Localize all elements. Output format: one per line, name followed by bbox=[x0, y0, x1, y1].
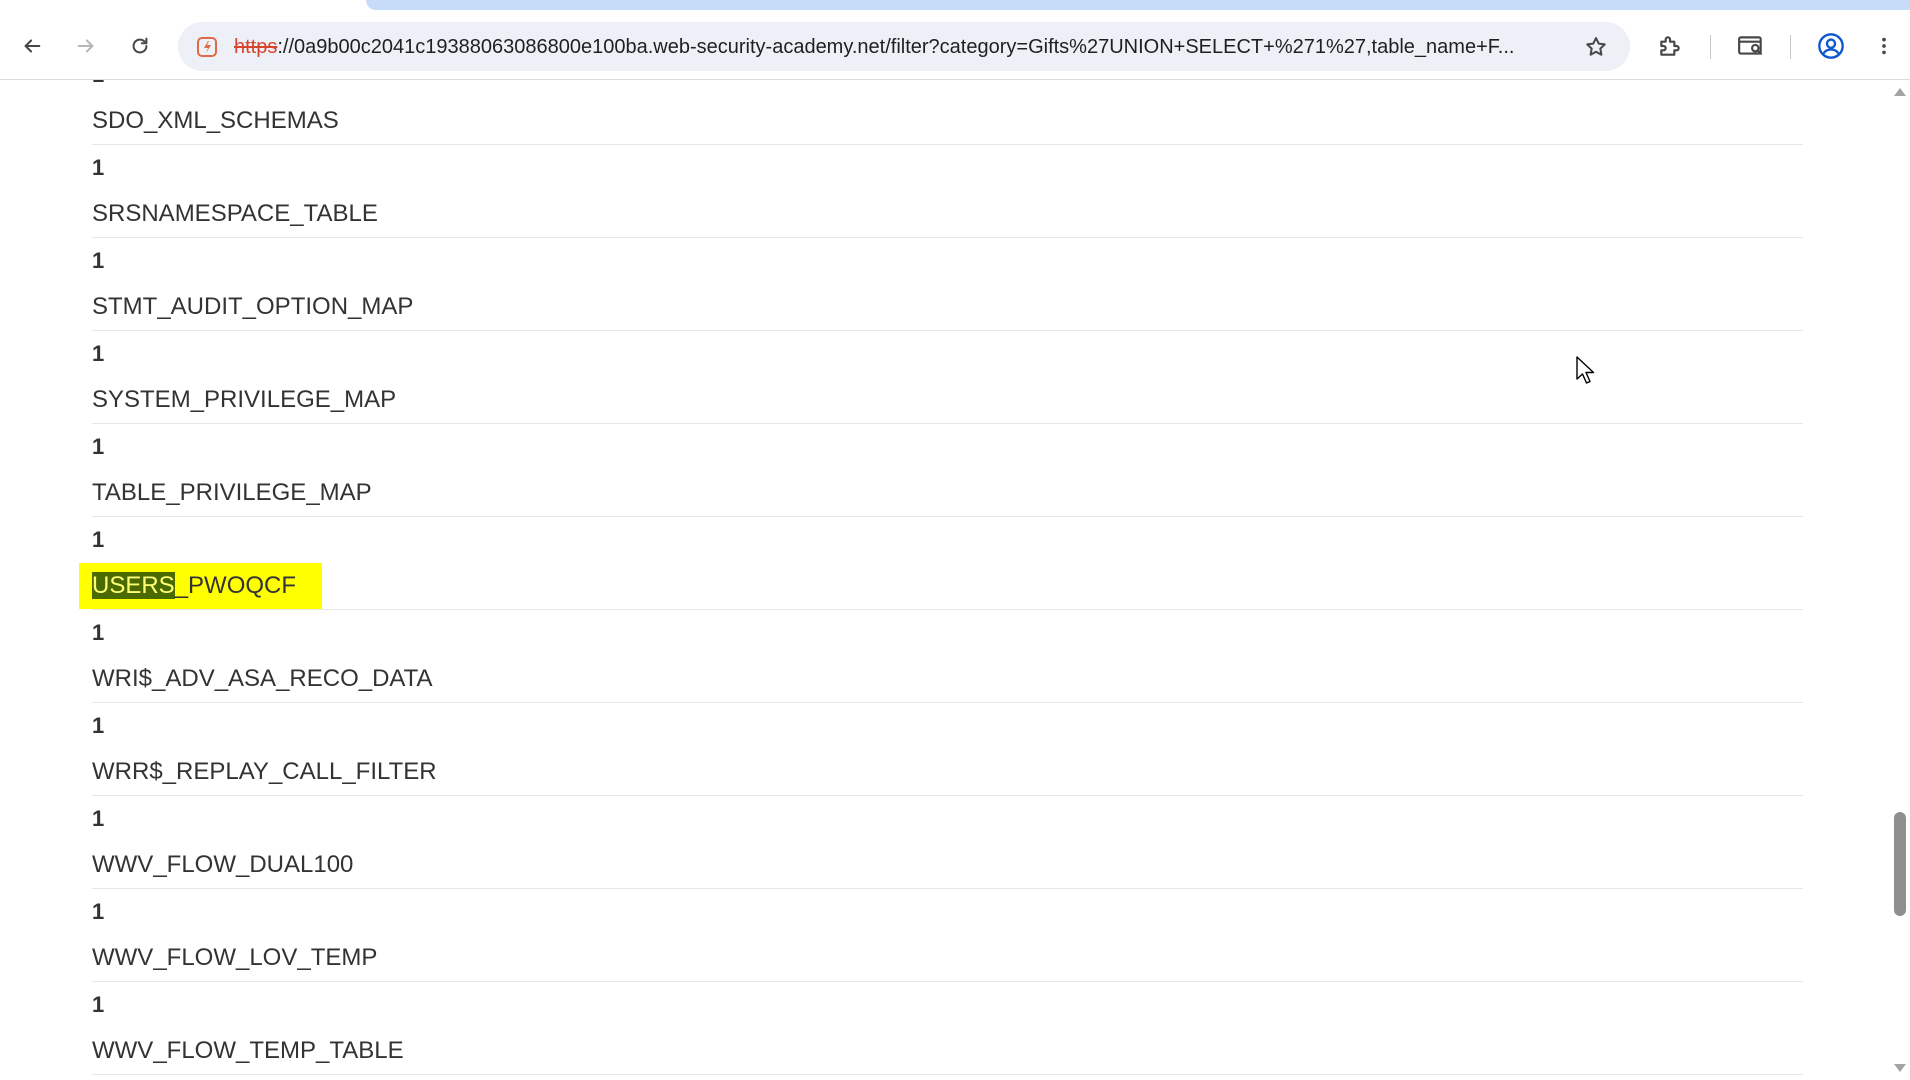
url-path: ://0a9b00c2041c19388063086800e100ba.web-… bbox=[277, 36, 1515, 58]
list-item: 1 WRR$_REPLAY_CALL_FILTER bbox=[92, 703, 1803, 796]
result-count: 1 bbox=[92, 341, 105, 366]
list-item: 1 TABLE_PRIVILEGE_MAP bbox=[92, 424, 1803, 517]
profile-icon bbox=[1818, 33, 1844, 59]
back-button[interactable] bbox=[12, 26, 52, 66]
result-name: WRI$_ADV_ASA_RECO_DATA bbox=[92, 665, 433, 692]
toolbar-separator bbox=[1710, 35, 1711, 59]
scrollbar-thumb[interactable] bbox=[1894, 812, 1906, 916]
result-count: 1 bbox=[92, 806, 105, 831]
tab-search-button[interactable] bbox=[1731, 26, 1771, 66]
list-item: 1 SDO_XML_SCHEMAS bbox=[92, 80, 1803, 145]
browser-menu-button[interactable] bbox=[1864, 26, 1904, 66]
result-name: WWV_FLOW_TEMP_TABLE bbox=[92, 1037, 404, 1064]
arrow-left-icon bbox=[24, 39, 41, 53]
reload-button[interactable] bbox=[120, 26, 160, 66]
site-info-button[interactable] bbox=[194, 34, 220, 60]
result-count: 1 bbox=[92, 899, 105, 924]
list-item: 1 STMT_AUDIT_OPTION_MAP bbox=[92, 238, 1803, 331]
list-item: 1 USERS_PWOQCF bbox=[79, 517, 1803, 610]
result-name: SYSTEM_PRIVILEGE_MAP bbox=[92, 386, 397, 413]
list-item: 1 WWV_FLOW_DUAL100 bbox=[92, 796, 1803, 889]
kebab-menu-icon bbox=[1882, 37, 1886, 55]
result-count: 1 bbox=[92, 248, 105, 273]
result-count: 1 bbox=[92, 620, 105, 645]
scroll-up-arrow[interactable] bbox=[1894, 88, 1906, 96]
result-name: TABLE_PRIVILEGE_MAP bbox=[92, 479, 372, 506]
mouse-cursor-icon bbox=[1576, 356, 1595, 384]
page-content: 1 SDO_XML_SCHEMAS 1 SRSNAMESPACE_TABLE 1… bbox=[0, 80, 1890, 1080]
result-name: SDO_XML_SCHEMAS bbox=[92, 107, 339, 134]
result-count: 1 bbox=[92, 155, 105, 180]
search-highlight: USERS_PWOQCF bbox=[79, 563, 323, 609]
result-name-highlighted: USERS_PWOQCF bbox=[79, 563, 1803, 609]
result-name: WWV_FLOW_DUAL100 bbox=[92, 851, 354, 878]
tab-strip bbox=[366, 0, 1910, 10]
profile-button[interactable] bbox=[1811, 26, 1851, 66]
tab-search-icon bbox=[1738, 36, 1762, 55]
url-text[interactable]: https://0a9b00c2041c19388063086800e100ba… bbox=[234, 34, 1564, 60]
bookmark-button[interactable] bbox=[1580, 31, 1612, 63]
extensions-button[interactable] bbox=[1650, 26, 1690, 66]
list-item: 1 WWV_FLOW_LOV_TEMP bbox=[92, 889, 1803, 982]
result-name: WRR$_REPLAY_CALL_FILTER bbox=[92, 758, 437, 785]
result-name: STMT_AUDIT_OPTION_MAP bbox=[92, 293, 414, 320]
result-count: 1 bbox=[92, 713, 105, 738]
url-scheme: https bbox=[234, 36, 278, 58]
result-count: 1 bbox=[92, 434, 105, 459]
not-secure-icon bbox=[197, 37, 217, 57]
scroll-down-arrow[interactable] bbox=[1894, 1064, 1906, 1072]
text-selection: USERS bbox=[92, 572, 175, 599]
list-item: 1 SYSTEM_PRIVILEGE_MAP bbox=[92, 331, 1803, 424]
puzzle-icon bbox=[1660, 36, 1680, 56]
forward-button[interactable] bbox=[66, 26, 106, 66]
list-item: 1 WRI$_ADV_ASA_RECO_DATA bbox=[92, 610, 1803, 703]
arrow-right-icon bbox=[77, 39, 94, 53]
star-icon bbox=[1586, 37, 1606, 56]
toolbar-separator bbox=[1790, 35, 1791, 59]
browser-toolbar: https://0a9b00c2041c19388063086800e100ba… bbox=[0, 0, 1910, 80]
list-item: 1 WWV_FLOW_TEMP_TABLE bbox=[92, 982, 1803, 1075]
result-name: SRSNAMESPACE_TABLE bbox=[92, 200, 378, 227]
result-count: 1 bbox=[92, 80, 1803, 98]
result-count: 1 bbox=[92, 527, 105, 552]
results-list: 1 SDO_XML_SCHEMAS 1 SRSNAMESPACE_TABLE 1… bbox=[79, 80, 1803, 1075]
result-count: 1 bbox=[92, 992, 105, 1017]
reload-icon bbox=[132, 37, 148, 54]
list-item: 1 SRSNAMESPACE_TABLE bbox=[92, 145, 1803, 238]
result-name: WWV_FLOW_LOV_TEMP bbox=[92, 944, 378, 971]
result-name-rest: _PWOQCF bbox=[174, 572, 297, 599]
address-bar[interactable]: https://0a9b00c2041c19388063086800e100ba… bbox=[178, 22, 1630, 71]
page-scrollbar[interactable] bbox=[1890, 80, 1910, 1080]
